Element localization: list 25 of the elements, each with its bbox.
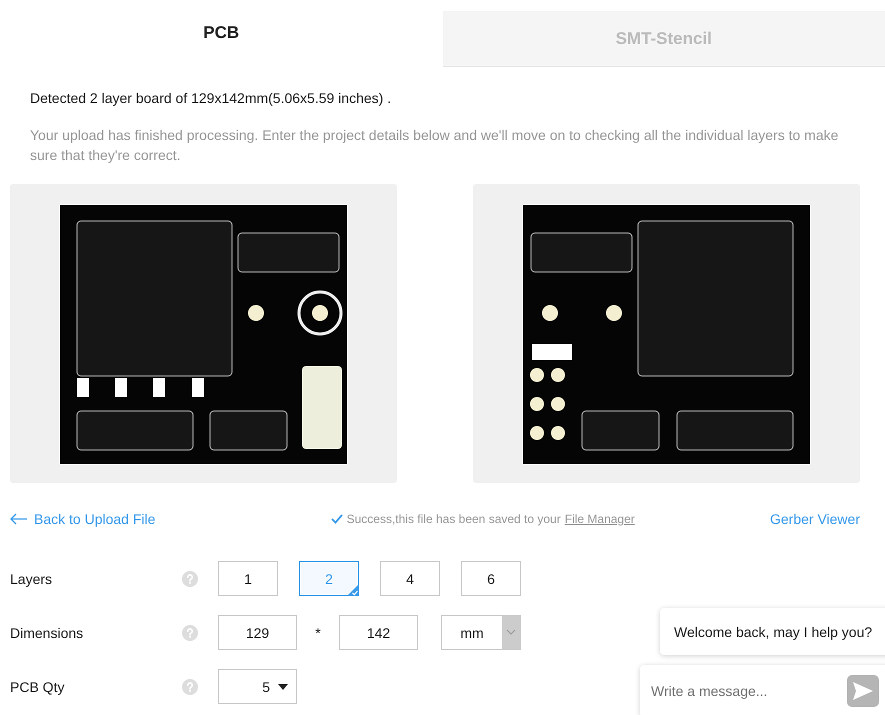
chevron-down-icon bbox=[502, 616, 520, 649]
field-label: Dimensions bbox=[10, 624, 84, 640]
chat-greeting: Welcome back, may I help you? bbox=[660, 608, 885, 655]
quantity-select[interactable]: 5 bbox=[218, 669, 297, 704]
unit-select[interactable]: mm bbox=[441, 615, 521, 650]
times-sign: * bbox=[314, 624, 322, 640]
help-icon[interactable] bbox=[182, 678, 198, 694]
height-field[interactable]: 142 bbox=[339, 615, 418, 650]
success-message: Success,this file has been saved to your bbox=[346, 512, 561, 526]
check-icon bbox=[330, 514, 343, 524]
help-icon[interactable] bbox=[182, 570, 198, 586]
layer-option[interactable]: 4 bbox=[380, 561, 440, 596]
width-field[interactable]: 129 bbox=[218, 615, 297, 650]
send-button[interactable] bbox=[847, 675, 879, 707]
send-icon bbox=[853, 682, 873, 700]
arrow-left-icon bbox=[10, 513, 28, 525]
board-summary: Detected 2 layer board of 129x142mm(5.06x5.59 inches) . bbox=[30, 90, 392, 106]
field-label: PCB Qty bbox=[10, 678, 66, 694]
field-label: Layers bbox=[10, 570, 54, 586]
layer-option[interactable]: 6 bbox=[461, 561, 521, 596]
layer-option[interactable]: 1 bbox=[218, 561, 278, 596]
check-icon bbox=[347, 584, 359, 596]
processing-notice: Your upload has finished processing. Enter the project details below and we'll move on to checking all the individual layers to make sure that they're correct. bbox=[30, 126, 840, 165]
help-icon[interactable] bbox=[182, 624, 198, 640]
caret-icon bbox=[278, 684, 288, 690]
